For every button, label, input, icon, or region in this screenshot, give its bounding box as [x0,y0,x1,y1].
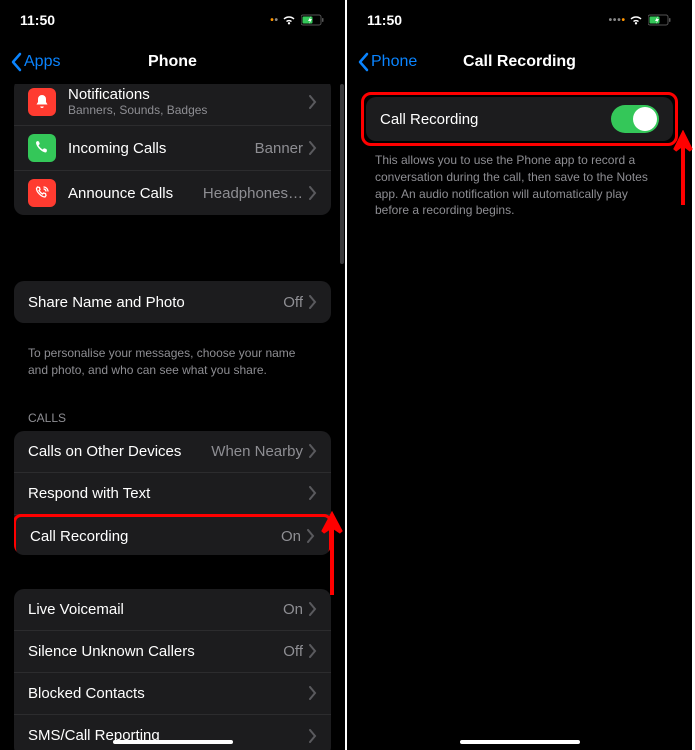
status-time: 11:50 [20,12,55,28]
chevron-right-icon [309,95,317,109]
settings-group-2: Share Name and Photo Off [14,281,331,323]
chevron-right-icon [307,529,315,543]
section-footer: This allows you to use the Phone app to … [361,146,678,233]
nav-bar: Phone Call Recording [347,40,692,84]
row-respond-with-text[interactable]: Respond with Text [14,473,331,515]
row-label: Calls on Other Devices [28,443,211,460]
row-label: Call Recording [30,528,281,545]
chevron-right-icon [309,602,317,616]
row-label: Notifications [68,86,309,103]
row-blocked-contacts[interactable]: Blocked Contacts [14,673,331,715]
highlight-box: Call Recording [361,92,678,146]
row-label: Share Name and Photo [28,294,283,311]
section-header-calls: CALLS [14,393,331,431]
row-call-recording[interactable]: Call Recording On [14,514,331,555]
wifi-icon [628,14,644,26]
scroll-area[interactable]: Notifications Banners, Sounds, Badges In… [0,84,345,750]
row-silence-unknown[interactable]: Silence Unknown Callers Off [14,631,331,673]
chevron-left-icon [357,52,369,72]
phone-right: 11:50 • • • • Phone Call Recording Call … [347,0,694,750]
row-sub: Banners, Sounds, Badges [68,103,309,117]
row-label: Blocked Contacts [28,685,309,702]
row-call-recording-toggle[interactable]: Call Recording [366,97,673,141]
row-value: On [281,528,301,545]
recording-indicator: • • [270,15,277,26]
row-incoming-calls[interactable]: Incoming Calls Banner [14,126,331,171]
phone-icon [28,134,56,162]
settings-group-1: Notifications Banners, Sounds, Badges In… [14,84,331,215]
nav-title: Phone [148,53,197,71]
row-announce-calls[interactable]: Announce Calls Headphones… [14,171,331,215]
row-value: Off [283,294,303,311]
status-right: • • • • [609,14,672,26]
announce-icon [28,179,56,207]
chevron-right-icon [309,141,317,155]
status-time: 11:50 [367,12,402,28]
chevron-right-icon [309,444,317,458]
row-notifications[interactable]: Notifications Banners, Sounds, Badges [14,84,331,126]
settings-group-calls: Calls on Other Devices When Nearby Respo… [14,431,331,555]
row-share-name-photo[interactable]: Share Name and Photo Off [14,281,331,323]
row-value: Off [283,643,303,660]
toggle-knob [633,107,657,131]
toggle-switch[interactable] [611,105,659,133]
nav-back-button[interactable]: Phone [357,52,417,72]
scrollbar[interactable] [340,84,344,264]
row-value: Headphones… [203,185,303,202]
status-bar: 11:50 • • [0,0,345,40]
section-footer: To personalise your messages, choose you… [14,339,331,393]
chevron-left-icon [10,52,22,72]
nav-bar: Apps Phone [0,40,345,84]
home-indicator[interactable] [460,740,580,744]
row-label: Respond with Text [28,485,309,502]
wifi-icon [281,14,297,26]
nav-title: Call Recording [463,53,576,71]
chevron-right-icon [309,644,317,658]
row-label: Incoming Calls [68,140,255,157]
nav-back-button[interactable]: Apps [10,52,60,72]
chevron-right-icon [309,186,317,200]
row-sms-call-reporting[interactable]: SMS/Call Reporting [14,715,331,750]
chevron-right-icon [309,729,317,743]
chevron-right-icon [309,686,317,700]
scroll-area[interactable]: Call Recording This allows you to use th… [347,84,692,750]
row-live-voicemail[interactable]: Live Voicemail On [14,589,331,631]
bell-icon [28,88,56,116]
status-bar: 11:50 • • • • [347,0,692,40]
settings-group-4: Live Voicemail On Silence Unknown Caller… [14,589,331,750]
phone-left: 11:50 • • Apps Phone Notifications [0,0,347,750]
row-value: Banner [255,140,303,157]
chevron-right-icon [309,295,317,309]
row-value: On [283,601,303,618]
row-calls-other-devices[interactable]: Calls on Other Devices When Nearby [14,431,331,473]
status-right: • • [270,14,325,26]
row-value: When Nearby [211,443,303,460]
nav-back-label: Phone [371,53,417,71]
row-label: Live Voicemail [28,601,283,618]
row-label: Call Recording [380,111,611,128]
row-label: Announce Calls [68,185,203,202]
nav-back-label: Apps [24,53,60,71]
chevron-right-icon [309,486,317,500]
battery-icon [301,14,325,26]
settings-group-recording: Call Recording [366,97,673,141]
home-indicator[interactable] [113,740,233,744]
recording-indicator: • • • • [609,15,624,26]
battery-icon [648,14,672,26]
row-label: Silence Unknown Callers [28,643,283,660]
